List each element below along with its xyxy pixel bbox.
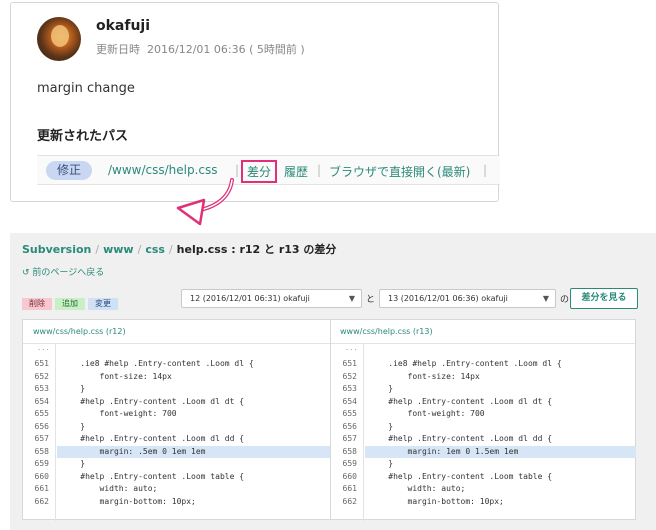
path-link[interactable]: /www/css/help.css [108, 163, 218, 177]
commit-card: okafuji 更新日時 2016/12/01 06:36 ( 5時間前 ) m… [10, 2, 500, 202]
path-row: 修正 /www/css/help.css | 差分 履歴 | ブラウザで直接開く… [37, 155, 500, 185]
separator: | [317, 163, 322, 177]
line-number: 659 [342, 459, 357, 468]
code-line: } [369, 421, 394, 431]
line-number: 651 [34, 359, 49, 368]
diff-header: www/css/help.css (r12) www/css/help.css … [23, 320, 635, 344]
line-number: 658 [34, 446, 49, 456]
line-number: 656 [34, 421, 49, 431]
open-in-browser-link[interactable]: ブラウザで直接開く(最新) [329, 163, 470, 180]
breadcrumb-item[interactable]: Subversion [22, 243, 91, 256]
connector-to: と [366, 295, 376, 305]
line-number: 659 [34, 459, 49, 468]
code-line: #help .Entry-content .Loom dl dt { [369, 396, 553, 406]
code-line: font-size: 14px [61, 371, 172, 381]
line-number: 655 [342, 409, 357, 418]
line-number: 658 [342, 446, 357, 456]
code-line: width: auto; [61, 484, 158, 493]
code-line: .ie8 #help .Entry-content .Loom dl { [61, 359, 254, 368]
line-number: 661 [34, 484, 49, 493]
code-line: #help .Entry-content .Loom table { [369, 471, 553, 481]
left-column-title[interactable]: www/css/help.css (r12) [33, 327, 126, 336]
line-number: 657 [34, 434, 49, 443]
separator: | [235, 163, 240, 177]
revision-from-select[interactable]: 12 (2016/12/01 06:31) okafuji ▼ [181, 289, 362, 308]
code-line: margin-bottom: 10px; [61, 496, 196, 506]
code-line: margin: 1em 0 1.5em 1em [369, 446, 519, 456]
code-line: margin-bottom: 10px; [369, 496, 504, 506]
chevron-down-icon: ▼ [542, 294, 549, 303]
line-number: 654 [342, 396, 357, 406]
code-line: font-weight: 700 [369, 409, 485, 418]
show-diff-button[interactable]: 差分を見る [570, 288, 638, 309]
diff-table: www/css/help.css (r12) www/css/help.css … [22, 319, 636, 521]
line-number: 651 [342, 359, 357, 368]
back-link[interactable]: ↺ 前のページへ戻る [22, 265, 104, 278]
code-line: } [61, 421, 86, 431]
collapsed-lines[interactable]: ... [345, 344, 358, 352]
history-link[interactable]: 履歴 [284, 163, 308, 180]
diff-legend: 削除 追加 変更 [22, 291, 121, 310]
status-badge: 修正 [46, 161, 92, 180]
revision-to-select[interactable]: 13 (2016/12/01 06:36) okafuji ▼ [379, 289, 556, 308]
line-number: 660 [34, 471, 49, 481]
breadcrumb-item[interactable]: css [145, 243, 165, 256]
code-line: #help .Entry-content .Loom dl dd { [61, 434, 245, 443]
code-line: font-size: 14px [369, 371, 480, 381]
code-line: #help .Entry-content .Loom table { [61, 471, 245, 481]
right-column-title[interactable]: www/css/help.css (r13) [340, 327, 433, 336]
code-line: #help .Entry-content .Loom dl dt { [61, 396, 245, 406]
code-line: } [369, 384, 394, 393]
breadcrumb-item[interactable]: www [103, 243, 134, 256]
pointer-arrow-icon [176, 178, 234, 226]
connector-of: の [560, 295, 570, 305]
legend-changed: 変更 [88, 298, 118, 310]
avatar [37, 17, 81, 61]
line-number: 657 [342, 434, 357, 443]
chevron-down-icon: ▼ [348, 294, 355, 303]
code-line: } [61, 459, 86, 468]
legend-added: 追加 [55, 298, 85, 310]
line-number: 662 [34, 496, 49, 506]
updated-timestamp: 更新日時 2016/12/01 06:36 ( 5時間前 ) [96, 43, 305, 56]
breadcrumb-current: help.css : r12 と r13 の差分 [176, 243, 337, 256]
diff-panel: Subversion / www / css / help.css : r12 と r13 … [10, 233, 656, 530]
line-number: 661 [342, 484, 357, 493]
code-line: width: auto; [369, 484, 466, 493]
author-name[interactable]: okafuji [96, 18, 150, 34]
line-number: 653 [34, 384, 49, 393]
line-number: 656 [342, 421, 357, 431]
line-number: 652 [342, 371, 357, 381]
line-number: 660 [342, 471, 357, 481]
separator: | [483, 163, 488, 177]
legend-deleted: 削除 [22, 298, 52, 310]
back-arrow-icon: ↺ [22, 268, 30, 278]
line-number: 653 [342, 384, 357, 393]
code-line: .ie8 #help .Entry-content .Loom dl { [369, 359, 562, 368]
line-number: 655 [34, 409, 49, 418]
updated-paths-heading: 更新されたパス [37, 129, 129, 144]
collapsed-lines[interactable]: ... [37, 344, 50, 352]
line-number: 652 [34, 371, 49, 381]
code-line: } [61, 384, 86, 393]
commit-message: margin change [37, 81, 135, 96]
code-line: margin: .5em 0 1em 1em [61, 446, 206, 456]
code-line: } [369, 459, 394, 468]
breadcrumb: Subversion / www / css / help.css : r12 と r13 … [22, 243, 337, 256]
line-number: 662 [342, 496, 357, 506]
line-number: 654 [34, 396, 49, 406]
code-line: font-weight: 700 [61, 409, 177, 418]
code-line: #help .Entry-content .Loom dl dd { [369, 434, 553, 443]
